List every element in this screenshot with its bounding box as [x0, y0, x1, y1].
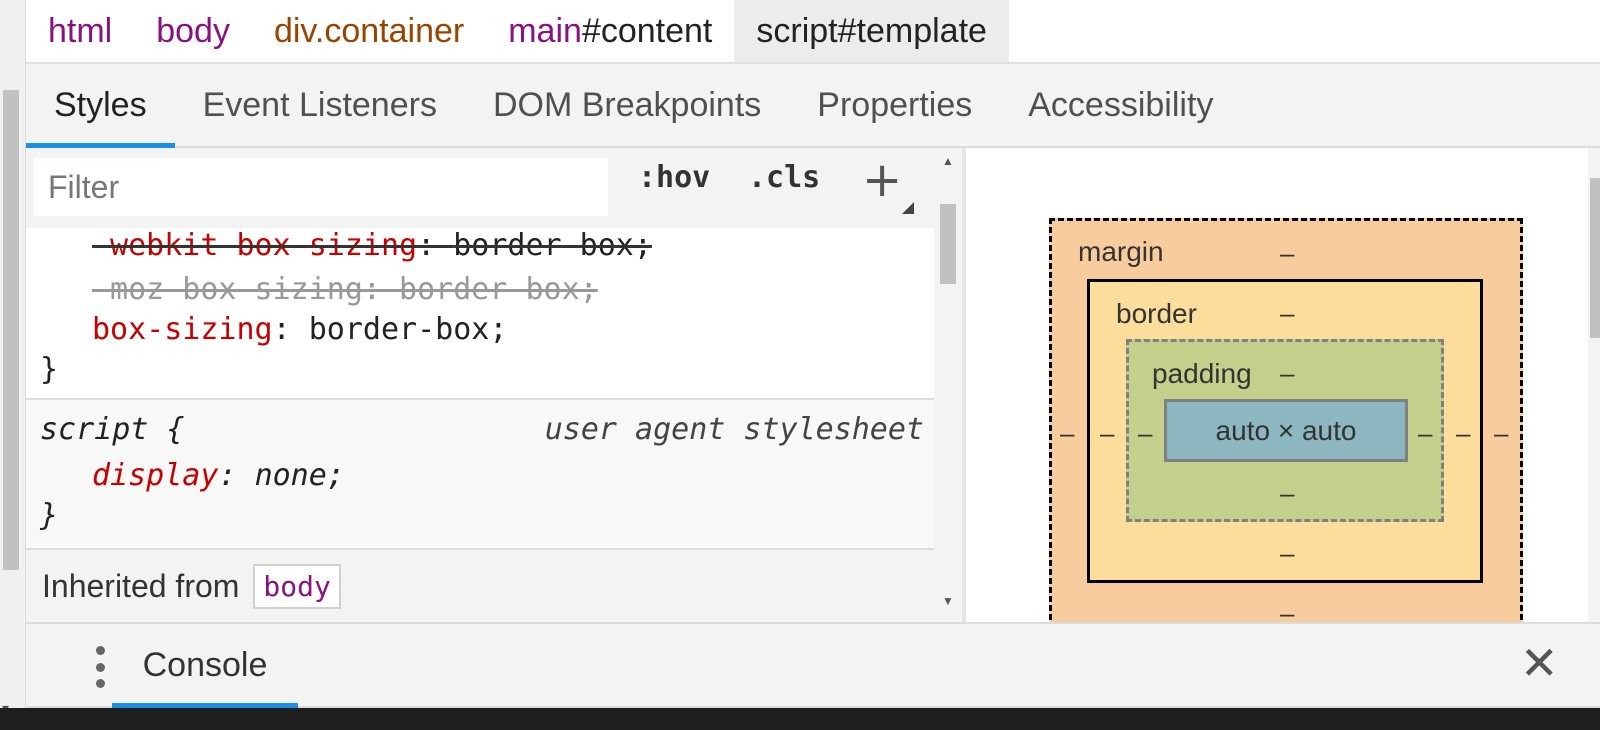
left-scrollbar-thumb[interactable]	[3, 90, 19, 570]
margin-right-value[interactable]: –	[1494, 418, 1508, 449]
padding-left-value[interactable]: –	[1138, 418, 1152, 449]
breadcrumb-body[interactable]: body	[134, 0, 252, 62]
property-value: border-box;	[308, 312, 508, 347]
property-name: box-sizing	[92, 312, 273, 347]
style-rule-script: script { user agent stylesheet display: …	[26, 400, 934, 550]
property-name: -webkit-box-sizing	[92, 228, 418, 263]
declaration-moz-box-sizing[interactable]: -moz-box-sizing: border-box;	[92, 272, 598, 307]
bottom-strip	[0, 708, 1600, 730]
filter-input[interactable]	[34, 158, 608, 216]
styles-pane: :hov .cls + -webkit-box-sizing: border-b…	[26, 148, 934, 623]
border-label: border	[1116, 298, 1197, 329]
property-value: border-box;	[453, 228, 652, 263]
filter-toolbar: :hov .cls +	[26, 148, 934, 228]
close-drawer-icon[interactable]: ✕	[1520, 636, 1559, 690]
breadcrumb-div-container[interactable]: div.container	[252, 0, 486, 62]
margin-left-value[interactable]: –	[1060, 418, 1074, 449]
padding-top-value[interactable]: –	[1280, 358, 1294, 389]
scroll-down-icon[interactable]: ▼	[942, 594, 954, 608]
declaration-webkit-box-sizing[interactable]: -webkit-box-sizing: border-box;	[92, 228, 652, 263]
margin-top-value[interactable]: –	[1280, 238, 1294, 269]
breadcrumb: html body div.container main #content scr…	[26, 0, 1600, 64]
border-left-value[interactable]: –	[1100, 418, 1114, 449]
new-style-rule-button[interactable]: +	[862, 152, 902, 208]
padding-right-value[interactable]: –	[1418, 418, 1432, 449]
margin-label: margin	[1078, 236, 1164, 267]
border-top-value[interactable]: –	[1280, 298, 1294, 329]
inherited-section: Inherited from body	[26, 550, 934, 623]
tab-styles[interactable]: Styles	[26, 64, 175, 148]
colon: :	[417, 228, 454, 263]
more-options-icon[interactable]	[96, 646, 106, 688]
colon: :	[218, 458, 255, 493]
rule-source: user agent stylesheet	[544, 412, 924, 447]
colon: :	[272, 312, 309, 347]
inherited-body-link[interactable]: body	[253, 564, 341, 609]
styles-scrollbar-thumb[interactable]	[940, 204, 956, 284]
breadcrumb-main-tag: main	[508, 11, 582, 50]
padding-label: padding	[1152, 358, 1252, 389]
sidebar-tabbar: Styles Event Listeners DOM Breakpoints P…	[26, 64, 1600, 148]
style-rule-box-sizing: -webkit-box-sizing: border-box; -moz-box…	[26, 228, 934, 400]
new-rule-menu-icon[interactable]	[902, 202, 914, 214]
padding-bottom-value[interactable]: –	[1280, 478, 1294, 509]
tab-properties[interactable]: Properties	[789, 64, 1000, 146]
border-bottom-value[interactable]: –	[1280, 538, 1294, 569]
box-model-content[interactable]: auto × auto	[1164, 399, 1408, 462]
tab-console[interactable]: Console	[112, 624, 298, 708]
property-value: none;	[254, 458, 345, 493]
scroll-up-icon[interactable]: ▲	[942, 154, 954, 168]
box-model-scrollbar[interactable]	[1588, 148, 1600, 623]
breadcrumb-main-content[interactable]: main #content	[486, 0, 734, 62]
tab-dom-breakpoints[interactable]: DOM Breakpoints	[465, 64, 789, 146]
cls-button[interactable]: .cls	[748, 160, 820, 195]
rule-close-brace: }	[40, 498, 59, 533]
border-right-value[interactable]: –	[1456, 418, 1470, 449]
breadcrumb-script-template[interactable]: script#template	[734, 0, 1009, 62]
left-scrollbar[interactable]: ▾	[0, 0, 26, 730]
breadcrumb-main-id: #content	[581, 11, 713, 50]
declaration-display[interactable]: display: none;	[92, 458, 345, 493]
declaration-box-sizing[interactable]: box-sizing: border-box;	[92, 312, 507, 347]
styles-scrollbar[interactable]: ▲ ▼	[934, 148, 962, 623]
tab-event-listeners[interactable]: Event Listeners	[175, 64, 465, 146]
rule-selector[interactable]: script {	[40, 412, 185, 447]
box-model-scrollbar-thumb[interactable]	[1590, 178, 1600, 338]
breadcrumb-html[interactable]: html	[26, 0, 134, 62]
tab-accessibility[interactable]: Accessibility	[1000, 64, 1241, 146]
drawer-toolbar: Console ✕	[26, 622, 1600, 708]
hov-button[interactable]: :hov	[638, 160, 710, 195]
property-name: display	[92, 458, 219, 493]
rule-close-brace: }	[40, 352, 59, 387]
inherited-label: Inherited from	[42, 568, 240, 604]
